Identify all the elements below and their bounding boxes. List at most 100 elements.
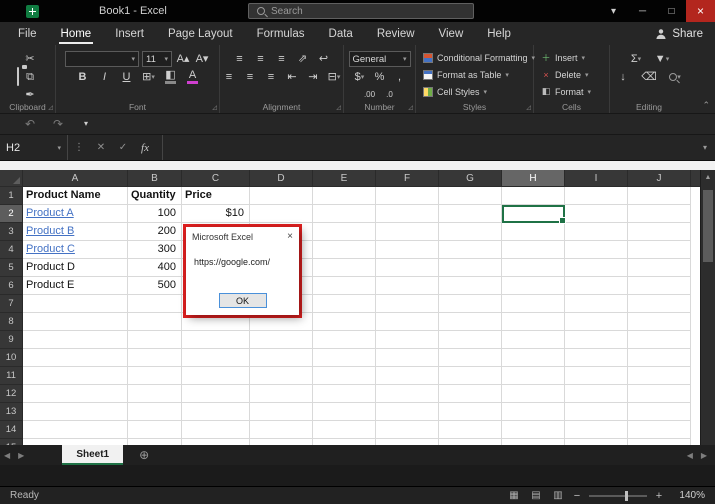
cell-J3[interactable] (628, 223, 691, 241)
decrease-indent-icon[interactable]: ⇤ (284, 69, 300, 85)
cell-J10[interactable] (628, 349, 691, 367)
paste-button[interactable] (17, 67, 19, 86)
cell-B11[interactable] (128, 367, 182, 385)
cell-E1[interactable] (313, 187, 376, 205)
cell-A4[interactable]: Product C (23, 241, 128, 259)
cell-G10[interactable] (439, 349, 502, 367)
ribbon-display-options-button[interactable]: ▾ (599, 0, 628, 22)
cell-I11[interactable] (565, 367, 628, 385)
cell-B14[interactable] (128, 421, 182, 439)
cell-F1[interactable] (376, 187, 439, 205)
alignment-dialog-launcher-icon[interactable]: ◿ (336, 104, 341, 111)
cell-G2[interactable] (439, 205, 502, 223)
cell-I9[interactable] (565, 331, 628, 349)
row-header-10[interactable]: 10 (0, 349, 23, 367)
cell-F10[interactable] (376, 349, 439, 367)
row-header-12[interactable]: 12 (0, 385, 23, 403)
cell-styles-button[interactable]: Cell Styles ▾ (419, 83, 530, 100)
share-button[interactable]: Share (655, 22, 703, 45)
cell-I3[interactable] (565, 223, 628, 241)
cell-E11[interactable] (313, 367, 376, 385)
scroll-up-icon[interactable]: ▲ (701, 170, 715, 181)
cell-G6[interactable] (439, 277, 502, 295)
column-header-j[interactable]: J (628, 170, 691, 187)
cell-G9[interactable] (439, 331, 502, 349)
cell-I6[interactable] (565, 277, 628, 295)
cell-D13[interactable] (250, 403, 313, 421)
cell-I5[interactable] (565, 259, 628, 277)
cell-G11[interactable] (439, 367, 502, 385)
cell-F11[interactable] (376, 367, 439, 385)
row-header-4[interactable]: 4 (0, 241, 23, 259)
cell-B7[interactable] (128, 295, 182, 313)
font-name-dropdown[interactable]: ▾ (65, 51, 139, 67)
format-cells-button[interactable]: ◧ Format ▾ (537, 83, 606, 100)
cell-F14[interactable] (376, 421, 439, 439)
align-middle-icon[interactable]: ≡ (253, 51, 269, 67)
cell-B10[interactable] (128, 349, 182, 367)
cancel-icon[interactable]: ✕ (90, 142, 112, 153)
page-break-view-icon[interactable]: ▥ (547, 490, 569, 501)
format-painter-icon[interactable]: ✒ (22, 87, 38, 103)
cell-C13[interactable] (182, 403, 250, 421)
cell-J14[interactable] (628, 421, 691, 439)
cell-A14[interactable] (23, 421, 128, 439)
cell-A2[interactable]: Product A (23, 205, 128, 223)
increase-decimal-icon[interactable]: .00 (362, 87, 378, 103)
cell-I13[interactable] (565, 403, 628, 421)
ribbon-tab-insert[interactable]: Insert (103, 22, 156, 45)
cell-G12[interactable] (439, 385, 502, 403)
formula-input[interactable] (162, 135, 695, 160)
cell-I7[interactable] (565, 295, 628, 313)
cell-H8[interactable] (502, 313, 565, 331)
cell-G7[interactable] (439, 295, 502, 313)
align-center-icon[interactable]: ≡ (242, 69, 258, 85)
column-header-g[interactable]: G (439, 170, 502, 187)
cell-H5[interactable] (502, 259, 565, 277)
cell-H11[interactable] (502, 367, 565, 385)
cell-C12[interactable] (182, 385, 250, 403)
cell-B6[interactable]: 500 (128, 277, 182, 295)
cell-F7[interactable] (376, 295, 439, 313)
normal-view-icon[interactable]: ▦ (503, 490, 525, 501)
zoom-out-icon[interactable]: − (569, 490, 585, 502)
select-all-corner[interactable] (0, 170, 23, 187)
decrease-font-size-icon[interactable]: A▾ (194, 51, 210, 67)
cell-H6[interactable] (502, 277, 565, 295)
underline-button[interactable]: U (119, 69, 135, 85)
row-header-13[interactable]: 13 (0, 403, 23, 421)
column-header-i[interactable]: I (565, 170, 628, 187)
sheet-nav-right-icon[interactable]: ▶ (14, 445, 28, 465)
cell-F9[interactable] (376, 331, 439, 349)
bold-button[interactable]: B (75, 69, 91, 85)
cell-E2[interactable] (313, 205, 376, 223)
cell-J4[interactable] (628, 241, 691, 259)
sheet-nav-left-icon[interactable]: ◀ (0, 445, 14, 465)
cell-J6[interactable] (628, 277, 691, 295)
number-dialog-launcher-icon[interactable]: ◿ (408, 104, 413, 111)
cell-I14[interactable] (565, 421, 628, 439)
cell-B4[interactable]: 300 (128, 241, 182, 259)
cell-B13[interactable] (128, 403, 182, 421)
number-format-dropdown[interactable]: General ▾ (348, 51, 411, 67)
cell-E3[interactable] (313, 223, 376, 241)
close-button[interactable]: × (686, 0, 715, 22)
cell-G8[interactable] (439, 313, 502, 331)
cell-F12[interactable] (376, 385, 439, 403)
cell-A6[interactable]: Product E (23, 277, 128, 295)
fill-color-icon[interactable]: ◧ (163, 69, 179, 84)
cell-J5[interactable] (628, 259, 691, 277)
merge-center-icon[interactable]: ⊟ ▾ (326, 69, 342, 85)
cell-D14[interactable] (250, 421, 313, 439)
italic-button[interactable]: I (97, 69, 113, 85)
cell-D10[interactable] (250, 349, 313, 367)
orientation-icon[interactable]: ⇗ (295, 51, 311, 67)
cell-I10[interactable] (565, 349, 628, 367)
cell-J12[interactable] (628, 385, 691, 403)
cell-G3[interactable] (439, 223, 502, 241)
row-header-11[interactable]: 11 (0, 367, 23, 385)
column-header-d[interactable]: D (250, 170, 313, 187)
cell-I8[interactable] (565, 313, 628, 331)
align-right-icon[interactable]: ≡ (263, 69, 279, 85)
row-header-9[interactable]: 9 (0, 331, 23, 349)
